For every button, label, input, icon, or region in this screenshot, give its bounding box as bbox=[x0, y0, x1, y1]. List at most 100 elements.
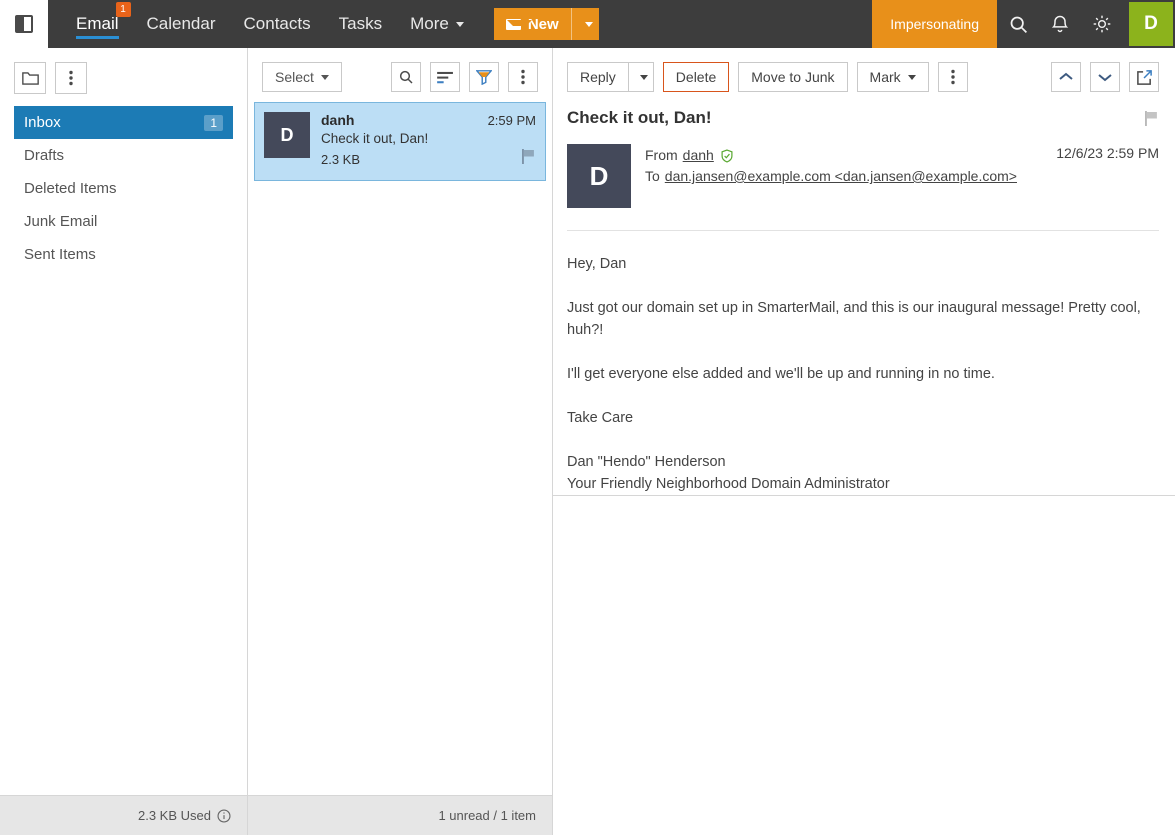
sidebar-more-button[interactable] bbox=[55, 62, 87, 94]
message-subject-heading: Check it out, Dan! bbox=[567, 108, 712, 127]
panel-toggle-button[interactable] bbox=[0, 0, 48, 48]
filter-icon bbox=[476, 70, 492, 85]
search-icon bbox=[1010, 16, 1027, 33]
message-item-content: danh 2:59 PM Check it out, Dan! 2.3 KB bbox=[321, 112, 536, 169]
message-items: D danh 2:59 PM Check it out, Dan! 2.3 KB bbox=[248, 102, 552, 795]
reading-pane: Reply Delete Move to Junk Mark Check it … bbox=[553, 48, 1175, 835]
search-icon bbox=[399, 70, 413, 84]
message-list-item[interactable]: D danh 2:59 PM Check it out, Dan! 2.3 KB bbox=[254, 102, 546, 181]
nav-tab-more-label: More bbox=[410, 14, 449, 33]
message-avatar: D bbox=[264, 112, 310, 158]
theme-toggle-button[interactable] bbox=[1081, 0, 1123, 48]
reading-pane-more-button[interactable] bbox=[937, 62, 968, 92]
to-label: To bbox=[645, 168, 660, 184]
kebab-menu-icon bbox=[521, 69, 525, 85]
reply-dropdown-button[interactable] bbox=[627, 62, 654, 92]
notifications-button[interactable] bbox=[1039, 0, 1081, 48]
new-button-group: New bbox=[493, 8, 599, 40]
reply-button[interactable]: Reply bbox=[567, 62, 628, 92]
chevron-down-icon bbox=[907, 74, 916, 80]
nav-tab-email-label: Email bbox=[76, 14, 119, 33]
to-line: To dan.jansen@example.com <dan.jansen@ex… bbox=[645, 166, 1042, 187]
info-icon[interactable] bbox=[217, 808, 231, 823]
address-details: From danh To dan.jansen@example.com <dan… bbox=[645, 144, 1042, 208]
delete-button[interactable]: Delete bbox=[662, 62, 730, 92]
nav-tab-contacts-label: Contacts bbox=[243, 14, 311, 33]
new-folder-button[interactable] bbox=[14, 62, 46, 94]
open-in-new-window-icon bbox=[1136, 69, 1152, 85]
kebab-menu-icon bbox=[950, 69, 955, 85]
message-search-button[interactable] bbox=[391, 62, 421, 92]
next-message-button[interactable] bbox=[1090, 62, 1120, 92]
message-sender: danh bbox=[321, 112, 355, 128]
nav-tab-tasks[interactable]: Tasks bbox=[325, 0, 396, 48]
message-avatar-initial: D bbox=[280, 124, 294, 145]
webmail-app: Email 1 Calendar Contacts Tasks More New… bbox=[0, 0, 1175, 835]
nav-tab-more[interactable]: More bbox=[396, 0, 478, 48]
sidebar-item-drafts-label: Drafts bbox=[24, 147, 65, 164]
folder-sidebar: Inbox 1 Drafts Deleted Items Junk Email … bbox=[0, 48, 248, 835]
body-paragraph: Take Care bbox=[567, 410, 634, 426]
impersonating-label: Impersonating bbox=[890, 16, 979, 32]
sidebar-item-sent-items[interactable]: Sent Items bbox=[14, 238, 233, 271]
chevron-down-icon bbox=[1098, 74, 1112, 82]
signature-title: Your Friendly Neighborhood Domain Admini… bbox=[567, 476, 890, 492]
header-bar: Email 1 Calendar Contacts Tasks More New… bbox=[48, 0, 1175, 48]
body-paragraph: Hey, Dan bbox=[567, 256, 627, 272]
storage-used-label: 2.3 KB Used bbox=[138, 808, 211, 823]
nav-tab-contacts[interactable]: Contacts bbox=[230, 0, 325, 48]
impersonating-badge[interactable]: Impersonating bbox=[872, 0, 997, 48]
sidebar-item-drafts[interactable]: Drafts bbox=[14, 139, 233, 172]
message-subject: Check it out, Dan! bbox=[321, 131, 429, 146]
message-list-more-button[interactable] bbox=[508, 62, 538, 92]
storage-status-bar: 2.3 KB Used bbox=[0, 795, 247, 835]
from-label: From bbox=[645, 147, 678, 163]
flag-icon bbox=[522, 149, 534, 164]
open-in-new-window-button[interactable] bbox=[1129, 62, 1159, 92]
message-flag-button[interactable] bbox=[522, 149, 536, 169]
nav-tab-email[interactable]: Email 1 bbox=[62, 0, 133, 48]
new-button-dropdown[interactable] bbox=[570, 8, 599, 40]
sidebar-item-deleted-items[interactable]: Deleted Items bbox=[14, 172, 233, 205]
message-list-status-bar: 1 unread / 1 item bbox=[248, 795, 552, 835]
previous-message-button[interactable] bbox=[1051, 62, 1081, 92]
sort-icon bbox=[436, 71, 453, 83]
mark-button[interactable]: Mark bbox=[856, 62, 929, 92]
body-paragraph: Just got our domain set up in SmarterMai… bbox=[567, 300, 1141, 338]
from-address[interactable]: danh bbox=[683, 145, 714, 166]
move-to-junk-label: Move to Junk bbox=[751, 69, 835, 85]
message-item-top-row: danh 2:59 PM bbox=[321, 112, 536, 128]
message-list-pane: Select D danh 2:59 PM Check it out, Dan!… bbox=[248, 48, 553, 835]
move-to-junk-button[interactable]: Move to Junk bbox=[738, 62, 848, 92]
folder-list: Inbox 1 Drafts Deleted Items Junk Email … bbox=[0, 104, 247, 795]
main-navigation: Email 1 Calendar Contacts Tasks More bbox=[62, 0, 478, 48]
bell-icon bbox=[1051, 15, 1069, 33]
from-line: From danh bbox=[645, 145, 1042, 166]
new-button[interactable]: New bbox=[493, 8, 571, 40]
select-dropdown-button[interactable]: Select bbox=[262, 62, 342, 92]
folder-icon bbox=[21, 71, 39, 85]
nav-tab-calendar[interactable]: Calendar bbox=[133, 0, 230, 48]
message-header: Check it out, Dan! D From danh To dan.ja… bbox=[553, 102, 1175, 231]
reply-button-label: Reply bbox=[580, 69, 616, 85]
chevron-down-icon bbox=[584, 21, 593, 27]
sort-button[interactable] bbox=[430, 62, 460, 92]
user-avatar[interactable]: D bbox=[1129, 2, 1173, 46]
new-button-label: New bbox=[527, 15, 559, 33]
filter-button[interactable] bbox=[469, 62, 499, 92]
message-flag-toggle[interactable] bbox=[1145, 111, 1159, 131]
sidebar-item-inbox[interactable]: Inbox 1 bbox=[14, 106, 233, 139]
header-actions: Impersonating D bbox=[872, 0, 1175, 48]
chevron-down-icon bbox=[640, 74, 649, 80]
sidebar-item-junk-email[interactable]: Junk Email bbox=[14, 205, 233, 238]
message-body: Hey, Dan Just got our domain set up in S… bbox=[553, 231, 1175, 495]
kebab-menu-icon bbox=[69, 70, 73, 86]
user-avatar-initial: D bbox=[1144, 13, 1158, 34]
sender-avatar: D bbox=[567, 144, 631, 208]
to-address[interactable]: dan.jansen@example.com <dan.jansen@examp… bbox=[665, 166, 1017, 187]
sender-avatar-initial: D bbox=[589, 160, 609, 191]
envelope-icon bbox=[505, 18, 532, 30]
select-dropdown-label: Select bbox=[275, 69, 314, 85]
sidebar-item-inbox-count: 1 bbox=[204, 114, 223, 131]
search-button[interactable] bbox=[997, 0, 1039, 48]
